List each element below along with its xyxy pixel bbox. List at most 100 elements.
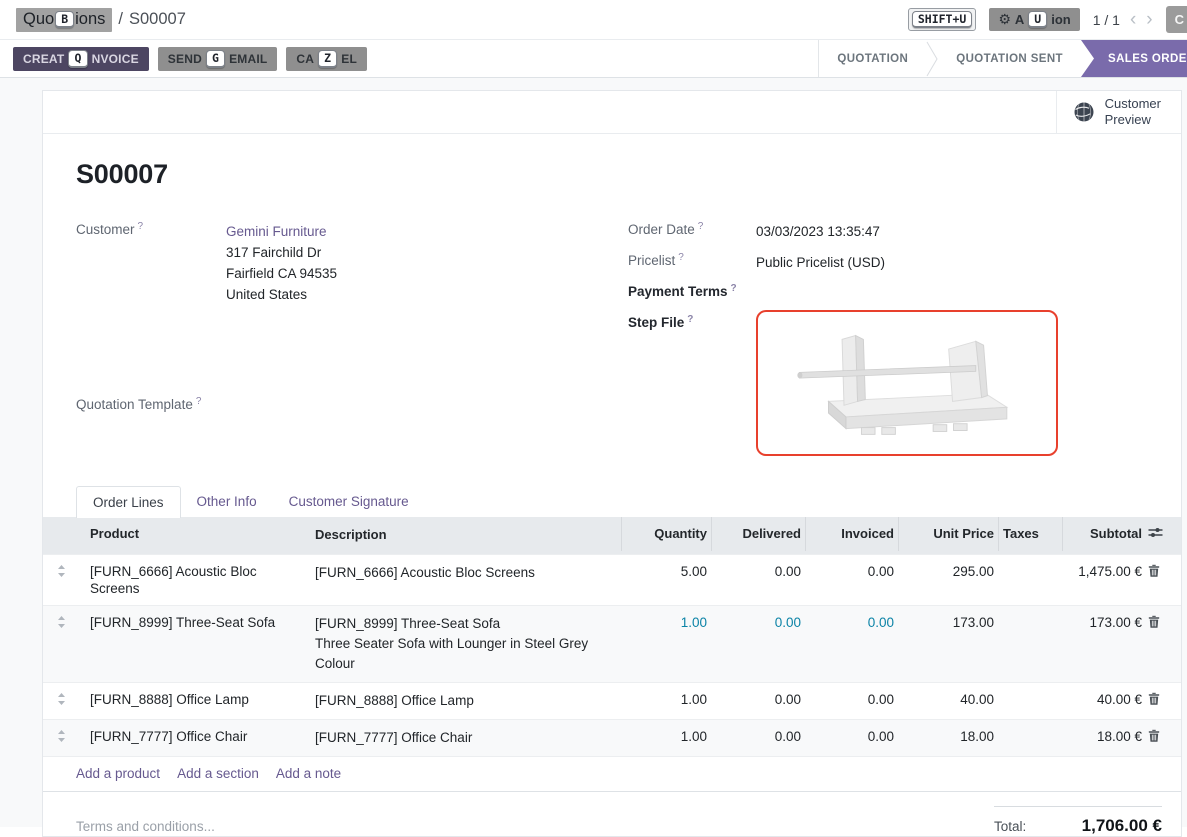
quotation-template-field[interactable] — [226, 396, 628, 417]
page-title: S00007 — [76, 159, 1161, 190]
cell-taxes[interactable] — [998, 606, 1062, 622]
customer-field: Gemini Furniture 317 Fairchild Dr Fairfi… — [226, 221, 628, 305]
cell-description[interactable]: [FURN_7777] Office Chair — [310, 720, 621, 756]
tab-other-info[interactable]: Other Info — [181, 486, 273, 517]
payment-terms-field[interactable] — [756, 283, 1161, 304]
row-delete-button[interactable] — [1146, 555, 1181, 589]
cell-taxes[interactable] — [998, 555, 1062, 571]
customer-address-line: United States — [226, 284, 628, 305]
cell-delivered[interactable]: 0.00 — [711, 606, 805, 639]
cell-unit-price[interactable]: 40.00 — [898, 683, 998, 716]
breadcrumb-quotations[interactable]: QuoBions — [16, 8, 112, 32]
pricelist-field[interactable]: Public Pricelist (USD) — [756, 252, 1161, 273]
cell-taxes[interactable] — [998, 683, 1062, 699]
column-header-unit-price: Unit Price — [898, 517, 998, 551]
help-marker: ? — [687, 314, 693, 325]
breadcrumb-quotations-text: Quo — [23, 10, 54, 28]
row-delete-button[interactable] — [1146, 606, 1181, 640]
cell-taxes[interactable] — [998, 720, 1062, 736]
cell-quantity[interactable]: 1.00 — [621, 720, 711, 753]
cell-unit-price[interactable]: 173.00 — [898, 606, 998, 639]
form-view: CustomerPreview S00007 Customer? Gemini … — [0, 78, 1187, 827]
create-invoice-button[interactable]: CREATQNVOICE — [13, 47, 149, 71]
notebook-tabs: Order Lines Other Info Customer Signatur… — [43, 486, 1181, 517]
cell-subtotal: 1,475.00 € — [1062, 555, 1146, 588]
row-delete-button[interactable] — [1146, 683, 1181, 717]
help-marker: ? — [698, 221, 704, 232]
customer-preview-button[interactable]: CustomerPreview — [1056, 91, 1181, 133]
sheet-footer: Terms and conditions... Total: 1,706.00 … — [43, 792, 1181, 836]
pager: 1 / 1 ‹ › — [1093, 10, 1153, 29]
step-file-3d-part — [785, 320, 1029, 446]
cell-delivered[interactable]: 0.00 — [711, 555, 805, 588]
breadcrumb-separator: / — [118, 10, 123, 29]
quotation-template-label: Quotation Template? — [76, 396, 226, 412]
column-header-product: Product — [73, 517, 310, 551]
accesskey-badge-b: B — [55, 11, 74, 28]
cell-invoiced[interactable]: 0.00 — [805, 606, 898, 639]
action-menu-button[interactable]: ⚙ AUion — [989, 8, 1079, 31]
sheet-body: S00007 Customer? Gemini Furniture 317 Fa… — [43, 159, 1181, 836]
cell-delivered[interactable]: 0.00 — [711, 683, 805, 716]
customer-link[interactable]: Gemini Furniture — [226, 224, 327, 239]
terms-placeholder[interactable]: Terms and conditions... — [76, 819, 215, 836]
add-a-section-link[interactable]: Add a section — [177, 766, 259, 781]
field-column-right: Order Date? 03/03/2023 13:35:47 Pricelis… — [628, 221, 1161, 456]
order-date-field[interactable]: 03/03/2023 13:35:47 — [756, 221, 1161, 242]
cell-quantity[interactable]: 1.00 — [621, 683, 711, 716]
cell-product[interactable]: [FURN_8888] Office Lamp — [73, 683, 310, 716]
cell-description[interactable]: [FURN_6666] Acoustic Bloc Screens — [310, 555, 621, 591]
row-drag-handle[interactable] — [43, 720, 73, 750]
row-delete-button[interactable] — [1146, 720, 1181, 754]
create-button-clipped[interactable]: C — [1166, 6, 1187, 33]
row-drag-handle[interactable] — [43, 555, 73, 585]
gear-icon: ⚙ — [998, 13, 1011, 27]
cell-invoiced[interactable]: 0.00 — [805, 555, 898, 588]
create-button-text: C — [1175, 12, 1184, 27]
row-drag-handle[interactable] — [43, 683, 73, 713]
cancel-button[interactable]: CAZEL — [286, 47, 367, 71]
accesskey-badge-g: G — [206, 50, 225, 68]
field-group: Customer? Gemini Furniture 317 Fairchild… — [76, 221, 1161, 456]
step-file-image — [756, 310, 1058, 456]
list-add-links: Add a product Add a section Add a note — [43, 756, 1181, 792]
add-a-product-link[interactable]: Add a product — [76, 766, 160, 781]
cell-unit-price[interactable]: 295.00 — [898, 555, 998, 588]
table-row: [FURN_8888] Office Lamp [FURN_8888] Offi… — [43, 682, 1181, 719]
customer-preview-label: CustomerPreview — [1105, 96, 1161, 128]
cell-product[interactable]: [FURN_8999] Three-Seat Sofa — [73, 606, 310, 639]
status-step-quotation-sent[interactable]: QUOTATION SENT — [938, 40, 1081, 77]
add-a-note-link[interactable]: Add a note — [276, 766, 341, 781]
send-email-text2: EMAIL — [229, 52, 267, 66]
customer-label: Customer? — [76, 221, 226, 237]
pager-next-button[interactable]: › — [1146, 10, 1152, 29]
cell-quantity[interactable]: 5.00 — [621, 555, 711, 588]
shortcut-key-badge: SHIFT+U — [912, 11, 972, 28]
status-chevron-icon — [926, 41, 938, 77]
status-step-sales-order[interactable]: SALES ORDER — [1081, 40, 1187, 77]
cell-product[interactable]: [FURN_6666] Acoustic Bloc Screens — [73, 555, 310, 605]
send-email-text: SEND — [168, 52, 202, 66]
help-marker: ? — [731, 283, 737, 294]
accesskey-badge-u: U — [1028, 11, 1047, 28]
table-row: [FURN_8999] Three-Seat Sofa [FURN_8999] … — [43, 605, 1181, 682]
cell-description[interactable]: [FURN_8999] Three-Seat SofaThree Seater … — [310, 606, 621, 682]
tab-customer-signature[interactable]: Customer Signature — [273, 486, 425, 517]
tab-order-lines[interactable]: Order Lines — [76, 486, 181, 518]
cancel-text2: EL — [341, 52, 357, 66]
status-step-quotation[interactable]: QUOTATION — [819, 40, 926, 77]
cell-product[interactable]: [FURN_7777] Office Chair — [73, 720, 310, 753]
send-email-button[interactable]: SEND G EMAIL — [158, 47, 278, 71]
cell-invoiced[interactable]: 0.00 — [805, 683, 898, 716]
cell-quantity[interactable]: 1.00 — [621, 606, 711, 639]
column-header-quantity: Quantity — [621, 517, 711, 551]
row-drag-handle[interactable] — [43, 606, 73, 636]
cell-unit-price[interactable]: 18.00 — [898, 720, 998, 753]
cell-subtotal: 173.00 € — [1062, 606, 1146, 639]
cell-invoiced[interactable]: 0.00 — [805, 720, 898, 753]
cell-description[interactable]: [FURN_8888] Office Lamp — [310, 683, 621, 719]
cell-delivered[interactable]: 0.00 — [711, 720, 805, 753]
optional-columns-button[interactable] — [1146, 517, 1181, 552]
drag-handle-icon — [57, 730, 66, 742]
pager-previous-button[interactable]: ‹ — [1130, 10, 1136, 29]
